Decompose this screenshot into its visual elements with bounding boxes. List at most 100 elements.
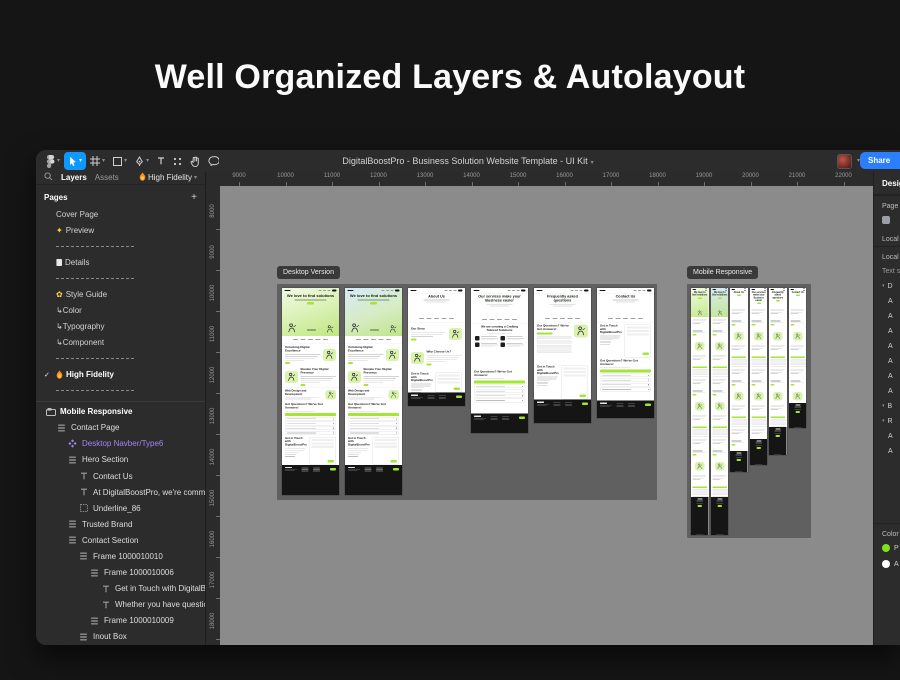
faq-row[interactable] bbox=[474, 385, 525, 389]
layer-row[interactable]: Mobile Responsive bbox=[36, 404, 205, 420]
page-item-details[interactable]: Details bbox=[36, 255, 205, 271]
mobile-frame[interactable]: We love to find solutions bbox=[711, 288, 729, 535]
layer-row[interactable]: Hero Section bbox=[36, 452, 205, 468]
desktop-frame[interactable]: We love to find solutionsUnlocking Digit… bbox=[345, 288, 402, 495]
desktop-frame[interactable]: Contact UsGet in Touch with DigitalBoost… bbox=[597, 288, 654, 418]
layer-row[interactable]: Contact Page bbox=[36, 420, 205, 436]
page-item-high-fidelity[interactable]: ✓High Fidelity bbox=[36, 367, 205, 383]
style-item[interactable]: A bbox=[874, 384, 900, 399]
pen-tool[interactable]: ▾ bbox=[131, 152, 153, 170]
mobile-frame[interactable]: Contact Us bbox=[789, 288, 807, 428]
page-color-row[interactable] bbox=[874, 213, 900, 229]
section-label-mobile[interactable]: Mobile Responsive bbox=[687, 266, 758, 279]
page-fidelity-dropdown[interactable]: High Fidelity ▾ bbox=[139, 172, 197, 183]
desktop-frame[interactable]: Our services make your Business easierWe… bbox=[471, 288, 528, 433]
style-item[interactable]: A bbox=[874, 294, 900, 309]
form-input[interactable] bbox=[311, 442, 333, 444]
page-item--typography[interactable]: ↳Typography bbox=[36, 319, 205, 335]
shape-tool[interactable]: ▾ bbox=[109, 152, 131, 170]
form-box[interactable] bbox=[561, 366, 587, 400]
layer-row[interactable]: Frame 1000010009 bbox=[36, 613, 205, 629]
actions-tool[interactable] bbox=[169, 152, 186, 170]
style-item[interactable]: A bbox=[874, 429, 900, 444]
faq-row[interactable] bbox=[474, 394, 525, 398]
layer-row[interactable]: Contact Us bbox=[36, 468, 205, 484]
style-item[interactable]: ▾R bbox=[874, 414, 900, 429]
form-box[interactable] bbox=[624, 325, 650, 358]
desktop-frame[interactable]: We love to find solutionsUnlocking Digit… bbox=[282, 288, 339, 495]
form-input[interactable] bbox=[311, 446, 333, 448]
form-input[interactable] bbox=[311, 439, 333, 441]
style-item[interactable]: ▾D bbox=[874, 279, 900, 294]
add-page-icon[interactable]: + bbox=[191, 193, 197, 203]
form-input[interactable] bbox=[626, 333, 648, 335]
mobile-frame[interactable]: Frequently asked questions bbox=[769, 288, 787, 455]
faq-row[interactable] bbox=[474, 389, 525, 393]
avatar[interactable] bbox=[837, 154, 852, 169]
form-input[interactable] bbox=[374, 446, 396, 448]
faq-row[interactable] bbox=[285, 417, 336, 421]
form-input[interactable] bbox=[563, 374, 585, 376]
page-item-style-guide[interactable]: ✿Style Guide bbox=[36, 287, 205, 303]
form-input[interactable] bbox=[563, 371, 585, 373]
faq-row[interactable] bbox=[348, 422, 399, 426]
form-input[interactable] bbox=[437, 378, 459, 380]
hand-tool[interactable] bbox=[186, 152, 204, 170]
mobile-frame[interactable]: About Us bbox=[730, 288, 748, 472]
faq-row[interactable] bbox=[285, 426, 336, 430]
style-item[interactable]: ▾B bbox=[874, 399, 900, 414]
layer-row[interactable]: Trusted Brand bbox=[36, 516, 205, 532]
layer-row[interactable]: At DigitalBoostPro, we're committed to..… bbox=[36, 484, 205, 500]
color-style-row[interactable]: A bbox=[874, 557, 900, 573]
style-item[interactable]: A bbox=[874, 354, 900, 369]
style-item[interactable]: A bbox=[874, 339, 900, 354]
share-button[interactable]: Share bbox=[860, 152, 900, 169]
page-item-cover-page[interactable]: Cover Page bbox=[36, 207, 205, 223]
search-icon[interactable] bbox=[44, 172, 53, 183]
canvas[interactable]: 9000100001100012000130001400015000160001… bbox=[206, 172, 873, 645]
faq-row[interactable] bbox=[600, 383, 651, 387]
style-item[interactable]: A bbox=[874, 444, 900, 459]
mobile-frame[interactable]: We love to find solutions bbox=[691, 288, 709, 535]
section-label-desktop[interactable]: Desktop Version bbox=[277, 266, 340, 279]
tab-assets[interactable]: Assets bbox=[95, 173, 119, 182]
layer-row[interactable]: Desktop Navber/Type6 bbox=[36, 436, 205, 452]
color-style-row[interactable]: P bbox=[874, 541, 900, 557]
layer-row[interactable]: Frame 1000010010 bbox=[36, 548, 205, 564]
form-box[interactable] bbox=[435, 373, 461, 393]
text-tool[interactable] bbox=[153, 152, 169, 170]
form-box[interactable] bbox=[372, 437, 398, 465]
form-input[interactable] bbox=[437, 381, 459, 383]
form-input[interactable] bbox=[626, 327, 648, 329]
faq-row[interactable] bbox=[600, 378, 651, 382]
main-menu-icon[interactable]: ▾ bbox=[42, 152, 64, 170]
layer-row[interactable]: Underline_86 bbox=[36, 500, 205, 516]
form-input[interactable] bbox=[374, 442, 396, 444]
form-box[interactable] bbox=[309, 437, 335, 465]
page-item--color[interactable]: ↳Color bbox=[36, 303, 205, 319]
frame-tool[interactable]: ▾ bbox=[86, 152, 109, 170]
ruler-horizontal[interactable]: 9000100001100012000130001400015000160001… bbox=[206, 172, 873, 186]
form-input[interactable] bbox=[374, 439, 396, 441]
page-item-preview[interactable]: ✦Preview bbox=[36, 223, 205, 239]
desktop-frame[interactable]: About UsOur StoryWhy Choose Us?Get in To… bbox=[408, 288, 465, 406]
ruler-vertical[interactable]: 8000900010000110001200013000140001500016… bbox=[206, 186, 220, 645]
layer-row[interactable]: Frame 1000010006 bbox=[36, 565, 205, 581]
form-input[interactable] bbox=[626, 330, 648, 332]
faq-row[interactable] bbox=[348, 426, 399, 430]
layer-row[interactable]: Inout Box bbox=[36, 629, 205, 645]
style-item[interactable]: A bbox=[874, 324, 900, 339]
tab-layers[interactable]: Layers bbox=[61, 173, 87, 182]
layer-row[interactable]: Whether you have questions ... bbox=[36, 597, 205, 613]
faq-row[interactable] bbox=[600, 388, 651, 392]
move-tool[interactable]: ▾ bbox=[64, 152, 86, 170]
desktop-frame[interactable]: Frequently asked questionsGot Questions?… bbox=[534, 288, 591, 423]
faq-row[interactable] bbox=[474, 399, 525, 403]
layer-row[interactable]: Contact Section bbox=[36, 532, 205, 548]
comment-tool[interactable] bbox=[204, 152, 223, 170]
style-item[interactable]: A bbox=[874, 309, 900, 324]
mobile-frame[interactable]: Our services make your Business easier bbox=[750, 288, 768, 465]
style-item[interactable]: A bbox=[874, 369, 900, 384]
form-input[interactable] bbox=[437, 375, 459, 377]
faq-row[interactable] bbox=[285, 422, 336, 426]
